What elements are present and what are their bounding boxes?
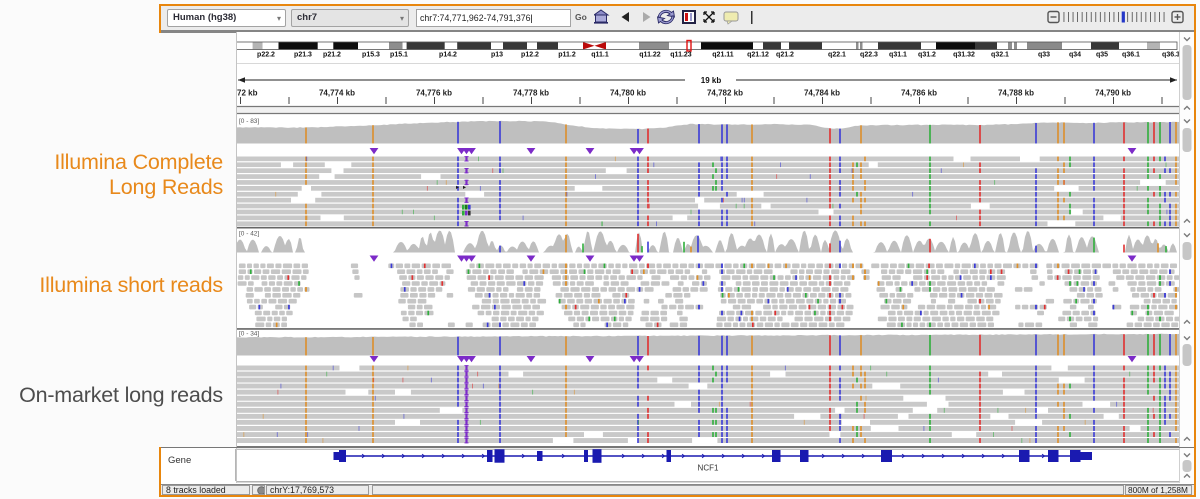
svg-text:74,780 kb: 74,780 kb [610, 89, 646, 98]
svg-text:NCF1: NCF1 [698, 464, 719, 473]
svg-text:q32.1: q32.1 [991, 52, 1009, 59]
svg-text:p21.3: p21.3 [294, 52, 312, 59]
svg-text:[0 - 34]: [0 - 34] [239, 331, 259, 338]
svg-text:q34: q34 [1069, 52, 1081, 59]
svg-text:p13: p13 [491, 52, 503, 59]
svg-text:74,784 kb: 74,784 kb [804, 89, 840, 98]
svg-text:p15.3: p15.3 [362, 52, 380, 59]
svg-text:q21.12: q21.12 [747, 52, 769, 59]
svg-text:p21.2: p21.2 [323, 52, 341, 59]
svg-text:q21.2: q21.2 [776, 52, 794, 59]
svg-text:q31.32: q31.32 [953, 52, 975, 59]
svg-text:p22.2: p22.2 [257, 52, 275, 59]
svg-text:74,788 kb: 74,788 kb [998, 89, 1034, 98]
svg-text:19 kb: 19 kb [701, 76, 722, 85]
svg-text:74,786 kb: 74,786 kb [901, 89, 937, 98]
svg-text:p14.2: p14.2 [439, 52, 457, 59]
svg-text:p12.2: p12.2 [521, 52, 539, 59]
svg-text:q22.3: q22.3 [860, 52, 878, 59]
svg-text:q11.22: q11.22 [639, 52, 661, 59]
svg-text:q36.1: q36.1 [1122, 52, 1140, 59]
svg-text:72 kb: 72 kb [237, 89, 258, 98]
svg-text:q22.1: q22.1 [828, 52, 846, 59]
svg-text:q35: q35 [1096, 52, 1108, 59]
svg-text:q11.1: q11.1 [591, 52, 609, 59]
svg-text:p11.2: p11.2 [558, 52, 576, 59]
svg-text:74,790 kb: 74,790 kb [1095, 89, 1131, 98]
svg-text:q11.23: q11.23 [670, 52, 692, 59]
svg-text:[0 - 83]: [0 - 83] [239, 118, 259, 125]
svg-text:q36.3: q36.3 [1162, 52, 1180, 59]
svg-text:q31.1: q31.1 [889, 52, 907, 59]
svg-text:74,778 kb: 74,778 kb [513, 89, 549, 98]
svg-text:q31.2: q31.2 [918, 52, 936, 59]
svg-text:74,776 kb: 74,776 kb [416, 89, 452, 98]
svg-text:q21.11: q21.11 [712, 52, 734, 59]
svg-text:p15.1: p15.1 [390, 52, 408, 59]
svg-text:74,782 kb: 74,782 kb [707, 89, 743, 98]
svg-text:[0 - 42]: [0 - 42] [239, 230, 259, 237]
svg-text:q33: q33 [1038, 52, 1050, 59]
svg-text:74,774 kb: 74,774 kb [319, 89, 355, 98]
